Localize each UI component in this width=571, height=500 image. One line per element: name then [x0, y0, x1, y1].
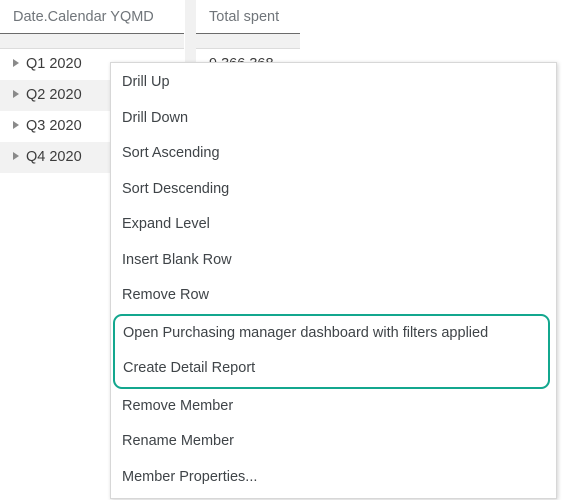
menu-item-insert-blank-row[interactable]: Insert Blank Row	[111, 243, 556, 279]
menu-item-expand-level[interactable]: Expand Level	[111, 207, 556, 243]
menu-item-remove-row[interactable]: Remove Row	[111, 278, 556, 314]
column-header-date-calendar[interactable]: Date.Calendar YQMD	[0, 0, 184, 34]
expand-triangle-icon[interactable]	[13, 59, 19, 67]
row-label-text: Q1 2020	[26, 56, 82, 72]
expand-triangle-icon[interactable]	[13, 121, 19, 129]
menu-item-sort-ascending[interactable]: Sort Ascending	[111, 136, 556, 172]
row-label-text: Q3 2020	[26, 118, 82, 134]
rows-subheader-band	[0, 34, 184, 49]
menu-item-drill-up[interactable]: Drill Up	[111, 65, 556, 101]
menu-item-create-detail-report[interactable]: Create Detail Report	[115, 351, 548, 387]
context-menu: Drill Up Drill Down Sort Ascending Sort …	[110, 62, 557, 499]
expand-triangle-icon[interactable]	[13, 90, 19, 98]
menu-item-member-properties[interactable]: Member Properties...	[111, 460, 556, 496]
row-label-cell[interactable]: Q1 2020	[0, 56, 82, 72]
expand-triangle-icon[interactable]	[13, 152, 19, 160]
row-label-cell[interactable]: Q4 2020	[0, 149, 82, 165]
row-label-cell[interactable]: Q3 2020	[0, 118, 82, 134]
menu-item-drill-down[interactable]: Drill Down	[111, 101, 556, 137]
row-label-text: Q2 2020	[26, 87, 82, 103]
menu-item-rename-member[interactable]: Rename Member	[111, 424, 556, 460]
row-label-cell[interactable]: Q2 2020	[0, 87, 82, 103]
menu-item-open-purchasing-manager-dashboard[interactable]: Open Purchasing manager dashboard with f…	[115, 316, 548, 352]
menu-item-sort-descending[interactable]: Sort Descending	[111, 172, 556, 208]
row-label-text: Q4 2020	[26, 149, 82, 165]
highlighted-custom-actions-group: Open Purchasing manager dashboard with f…	[113, 313, 550, 389]
column-header-total-spent[interactable]: Total spent	[196, 0, 300, 34]
menu-item-remove-member[interactable]: Remove Member	[111, 389, 556, 425]
values-subheader-band	[196, 34, 300, 49]
